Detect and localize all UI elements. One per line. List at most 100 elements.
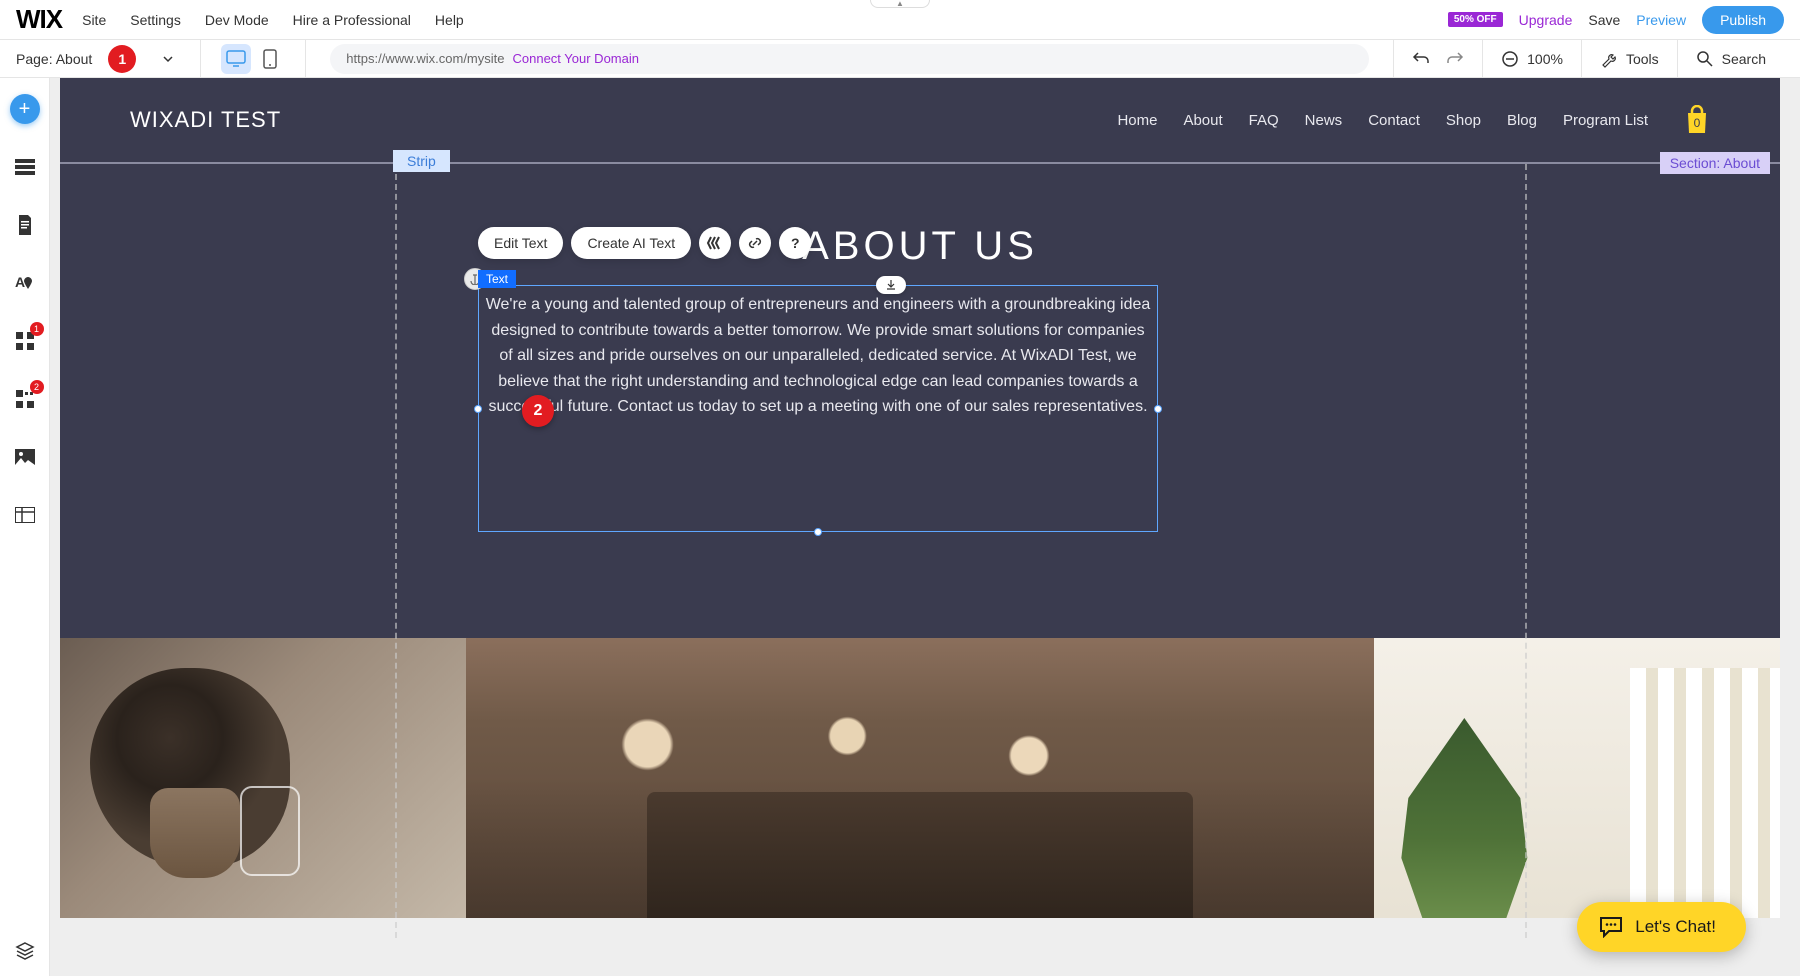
left-sidebar: + A 1 2 [0,78,50,976]
chat-widget[interactable]: Let's Chat! [1577,902,1746,952]
nav-programlist[interactable]: Program List [1563,112,1648,129]
section-label[interactable]: Section: About [1660,152,1770,174]
link-button[interactable] [739,227,771,259]
nav-faq[interactable]: FAQ [1249,112,1279,129]
animation-button[interactable] [699,227,731,259]
page-selector[interactable]: Page: About 1 [16,45,174,73]
redo-icon[interactable] [1446,50,1464,68]
tools-group[interactable]: Tools [1581,40,1677,78]
resize-handle-right[interactable] [1154,405,1162,413]
connect-domain-link[interactable]: Connect Your Domain [513,51,639,66]
sections-icon [15,159,35,175]
tools-icon [1600,50,1618,68]
link-icon [747,235,763,251]
nav-blog[interactable]: Blog [1507,112,1537,129]
text-floating-toolbar: Edit Text Create AI Text ? [478,227,811,259]
annotation-badge-2: 2 [522,395,554,427]
nav-contact[interactable]: Contact [1368,112,1420,129]
sidebar-apps-button[interactable]: 1 [10,326,40,356]
apps2-icon [16,390,34,408]
body-text[interactable]: We're a young and talented group of entr… [479,286,1157,420]
zoom-group[interactable]: 100% [1482,40,1581,78]
resize-handle-left[interactable] [474,405,482,413]
search-label: Search [1722,51,1766,67]
undo-icon[interactable] [1412,50,1430,68]
nav-home[interactable]: Home [1117,112,1157,129]
sidebar-sections-button[interactable] [10,152,40,182]
text-box-selected[interactable]: We're a young and talented group of entr… [478,285,1158,532]
nav-about[interactable]: About [1183,112,1222,129]
sidebar-apps2-button[interactable]: 2 [10,384,40,414]
chat-label: Let's Chat! [1635,917,1716,937]
desktop-view-button[interactable] [221,44,251,74]
menu-settings[interactable]: Settings [130,12,181,28]
animation-icon [706,234,724,252]
top-bar-right: 50% OFF Upgrade Save Preview Publish [1448,6,1784,34]
svg-text:?: ? [791,235,800,251]
text-element-label[interactable]: Text [478,270,516,288]
media-icon [15,449,35,465]
image-panel-center[interactable] [466,638,1375,918]
editor-toolbar: Page: About 1 https://www.wix.com/mysite… [0,40,1800,78]
upgrade-link[interactable]: Upgrade [1519,12,1573,28]
top-notch[interactable]: ▲ [870,0,930,8]
url-text: https://www.wix.com/mysite [346,51,504,66]
stretch-button[interactable] [876,276,906,294]
cart-button[interactable]: 0 [1684,105,1710,135]
publish-button[interactable]: Publish [1702,6,1784,34]
stage[interactable]: WIXADI TEST Home About FAQ News Contact … [60,78,1780,976]
create-ai-text-button[interactable]: Create AI Text [571,227,691,259]
save-button[interactable]: Save [1588,12,1620,28]
nav-news[interactable]: News [1305,112,1343,129]
mobile-view-button[interactable] [255,44,285,74]
layers-icon [15,941,35,961]
annotation-badge-1: 1 [108,45,136,73]
sidebar-design-button[interactable]: A [10,268,40,298]
add-element-button[interactable]: + [10,94,40,124]
site-header[interactable]: WIXADI TEST Home About FAQ News Contact … [60,78,1780,164]
image-panel-right[interactable] [1374,638,1780,918]
main-menu: Site Settings Dev Mode Hire a Profession… [82,12,464,28]
preview-button[interactable]: Preview [1636,12,1686,28]
image-panel-left[interactable] [60,638,466,918]
zoom-out-icon [1501,50,1519,68]
svg-text:A: A [15,274,25,290]
help-button[interactable]: ? [779,227,811,259]
menu-hire[interactable]: Hire a Professional [293,12,411,28]
pages-icon [17,215,33,235]
guide-right [1525,164,1527,938]
guide-left [395,164,397,938]
mobile-icon [263,49,277,69]
menu-site[interactable]: Site [82,12,106,28]
cart-count: 0 [1684,116,1710,130]
overlay-rect [240,786,300,876]
site-title[interactable]: WIXADI TEST [130,107,281,133]
menu-help[interactable]: Help [435,12,464,28]
help-icon: ? [787,235,803,251]
menu-devmode[interactable]: Dev Mode [205,12,269,28]
edit-text-button[interactable]: Edit Text [478,227,563,259]
desktop-icon [226,50,246,68]
editor-canvas: WIXADI TEST Home About FAQ News Contact … [50,78,1800,976]
sidebar-data-button[interactable] [10,500,40,530]
image-strip[interactable] [60,638,1780,918]
url-bar[interactable]: https://www.wix.com/mysite Connect Your … [330,44,1369,74]
about-strip[interactable]: ABOUT US Edit Text Create AI Text ? Text [60,164,1780,638]
sidebar-apps2-badge: 2 [30,380,44,394]
page-label: Page: About [16,51,92,67]
sidebar-pages-button[interactable] [10,210,40,240]
nav-shop[interactable]: Shop [1446,112,1481,129]
search-icon [1696,50,1714,68]
sidebar-media-button[interactable] [10,442,40,472]
apps-icon [16,332,34,350]
chat-icon [1599,916,1623,938]
tools-label: Tools [1626,51,1659,67]
about-heading[interactable]: ABOUT US [60,224,1780,269]
resize-handle-bottom[interactable] [814,528,822,536]
chevron-down-icon [162,53,174,65]
search-group[interactable]: Search [1677,40,1784,78]
strip-label[interactable]: Strip [393,150,450,172]
sidebar-layers-button[interactable] [10,936,40,966]
promo-badge: 50% OFF [1448,12,1503,27]
undo-redo-group [1393,40,1482,78]
